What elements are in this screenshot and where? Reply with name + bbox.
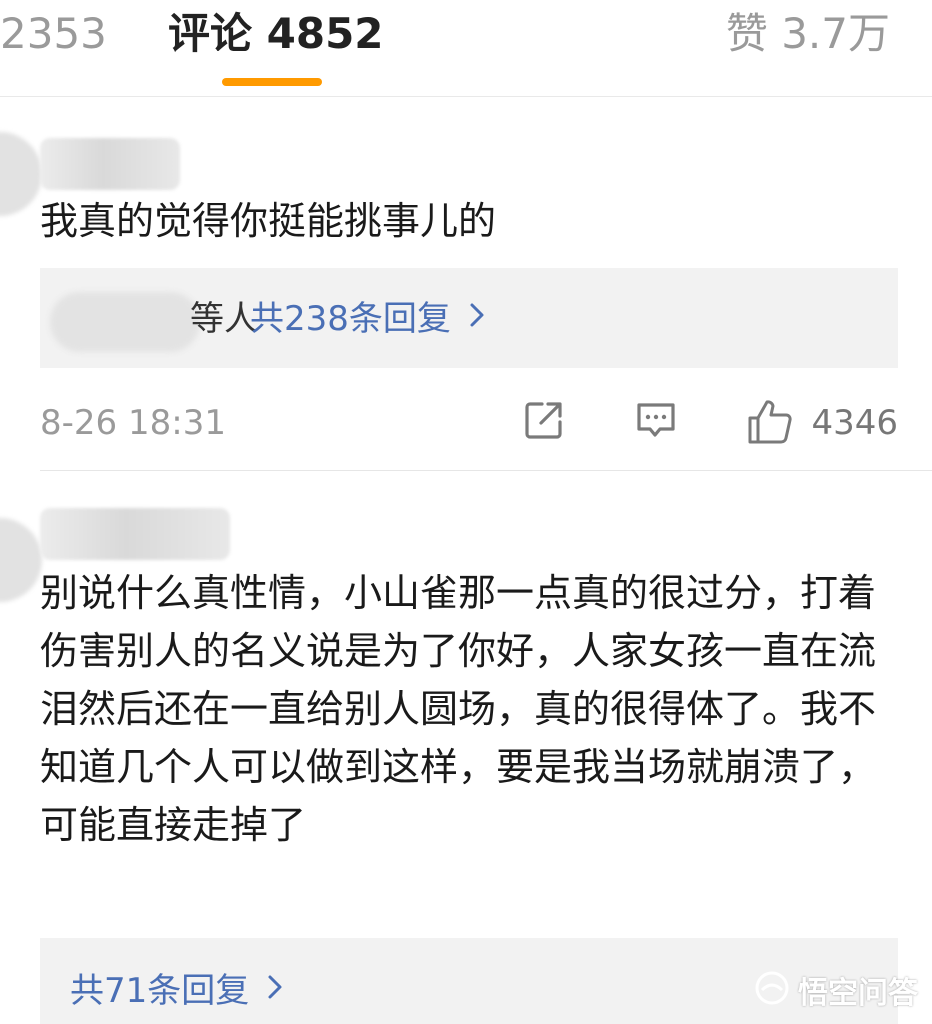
comment-item: 别说什么真性情，小山雀那一点真的很过分，打着伤害别人的名义说是为了你好，人家女孩… [0, 472, 932, 1024]
username-obscured[interactable] [40, 508, 230, 560]
view-replies-link[interactable]: 共238条回复 [250, 296, 485, 342]
reply-users-suffix: 等人 [190, 299, 258, 339]
tab-bar: 2353 评论 4852 赞 3.7万 [0, 0, 932, 97]
thumbs-up-icon[interactable] [746, 398, 794, 446]
comment-text: 我真的觉得你挺能挑事儿的 [40, 199, 497, 243]
avatar[interactable] [0, 518, 42, 602]
tab-likes[interactable]: 赞 3.7万 [726, 8, 890, 60]
reply-preview-box[interactable]: 等人 共238条回复 [40, 268, 898, 368]
watermark-text: 悟空问答 [798, 976, 918, 1011]
comment-icon[interactable] [634, 398, 678, 442]
watermark: 悟空问答 [754, 970, 918, 1011]
username-obscured[interactable] [40, 138, 180, 190]
view-replies-link[interactable]: 共71条回复 [70, 968, 283, 1014]
active-tab-indicator [222, 78, 322, 86]
comment-item: 我真的觉得你挺能挑事儿的 等人 共238条回复 8-26 18:31 4346 [0, 96, 932, 472]
watermark-logo-icon [754, 970, 790, 1010]
comment-meta-row: 8-26 18:31 4346 [40, 394, 898, 454]
chevron-right-icon [469, 294, 485, 340]
share-icon[interactable] [522, 398, 566, 442]
reply-count-label: 共71条回复 [70, 971, 250, 1011]
comment-text: 别说什么真性情，小山雀那一点真的很过分，打着伤害别人的名义说是为了你好，人家女孩… [40, 571, 877, 847]
tab-reposts[interactable]: 2353 [0, 8, 107, 60]
like-count: 4346 [811, 403, 898, 443]
avatar[interactable] [0, 132, 42, 216]
comment-time: 8-26 18:31 [40, 403, 226, 443]
reply-users-obscured [50, 292, 200, 352]
comments-page: 2353 评论 4852 赞 3.7万 我真的觉得你挺能挑事儿的 等人 共238… [0, 0, 932, 1024]
tab-comments[interactable]: 评论 4852 [168, 8, 384, 60]
chevron-right-icon [267, 966, 283, 1012]
reply-count-label: 共238条回复 [250, 299, 451, 339]
comment-divider [40, 470, 932, 471]
